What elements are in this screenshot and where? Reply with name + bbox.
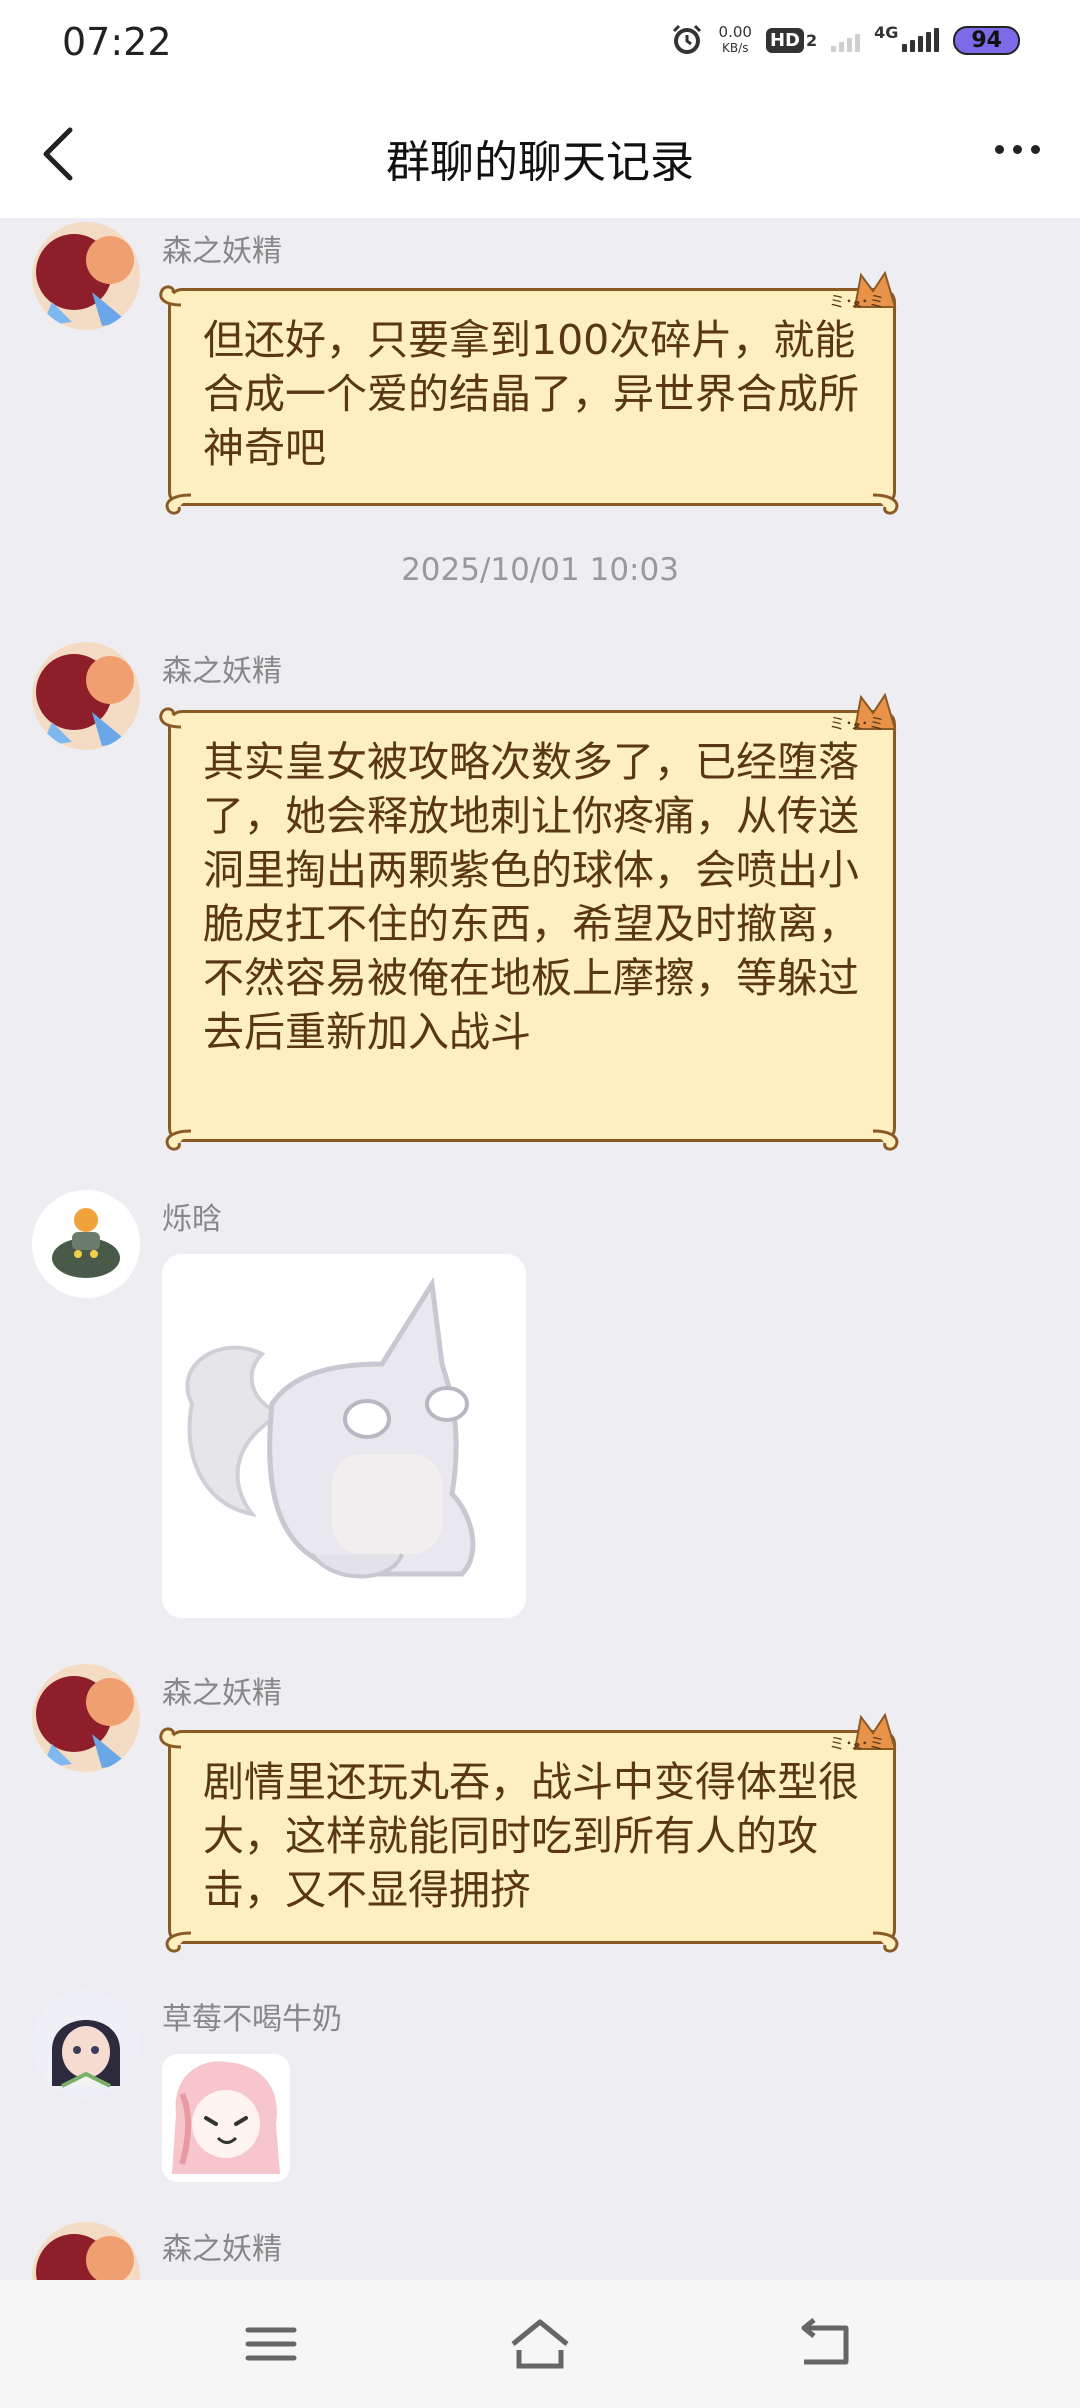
hd-badge: HD 2: [765, 27, 818, 53]
status-bar: 07:22 0.00 KB/s HD 2 4G 94: [0, 0, 1080, 88]
hd-label: HD: [765, 27, 804, 53]
net-speed-value: 0.00: [718, 23, 752, 41]
battery-indicator: 94: [953, 25, 1020, 55]
home-icon: [511, 2319, 569, 2369]
svg-text:ミ･ﻌ･ミ: ミ･ﻌ･ミ: [829, 714, 885, 733]
svg-text:ミ･ﻌ･ミ: ミ･ﻌ･ミ: [829, 292, 885, 311]
net-type: 4G: [874, 22, 899, 42]
alarm-icon: [672, 24, 701, 54]
status-time: 07:22: [62, 20, 172, 64]
scroll-curl-decoration: [165, 1129, 192, 1151]
avatar[interactable]: [32, 2222, 140, 2280]
timestamp: 2025/10/01 10:03: [401, 552, 679, 588]
back-nav-icon: [801, 2318, 849, 2365]
scroll-curl-decoration: [872, 493, 899, 515]
avatar[interactable]: [32, 1990, 140, 2098]
message-bubble[interactable]: 剧情里还玩丸吞，战斗中变得体型很大，这样就能同时吃到所有人的攻击，又不显得拥挤 …: [159, 1712, 899, 1953]
scroll-curl-decoration: [165, 493, 192, 515]
scroll-curl-decoration: [159, 285, 182, 307]
message-bubble[interactable]: 其实皇女被攻略次数多了，已经堕落了，她会释放地刺让你疼痛，从传送洞里掏出两颗紫色…: [159, 692, 899, 1151]
hd-sub: 2: [805, 30, 818, 50]
sender-name: 森之妖精: [162, 234, 282, 269]
net-speed-unit: KB/s: [722, 41, 749, 55]
scroll-curl-decoration: [872, 1129, 899, 1151]
scroll-curl-decoration: [872, 1931, 899, 1953]
avatar[interactable]: [32, 642, 140, 750]
status-icons: 0.00 KB/s HD 2 4G 94: [669, 22, 1020, 58]
more-button[interactable]: [982, 124, 1052, 174]
menu-button[interactable]: [236, 2314, 306, 2374]
home-button[interactable]: [505, 2314, 575, 2374]
avatar[interactable]: [32, 1190, 140, 1298]
avatar[interactable]: [32, 222, 140, 330]
signal-icon-1: [831, 28, 861, 52]
scroll-curl-decoration: [159, 707, 182, 729]
menu-icon: [245, 2327, 297, 2361]
cat-ears-decoration: ミ･ﻌ･ミ: [829, 692, 897, 733]
cat-ears-decoration: ミ･ﻌ･ミ: [829, 1712, 897, 1753]
back-nav-button[interactable]: [790, 2314, 860, 2374]
sender-name: 森之妖精: [162, 1676, 282, 1711]
svg-text:ミ･ﻌ･ミ: ミ･ﻌ･ミ: [829, 1734, 885, 1753]
message-text: 但还好，只要拿到100次碎片，就能合成一个爱的结晶了，异世界合成所 神奇吧: [203, 316, 859, 472]
message-text: 剧情里还玩丸吞，战斗中变得体型很大，这样就能同时吃到所有人的攻击，又不显得拥挤: [203, 1758, 859, 1914]
system-nav-bar: [0, 2280, 1080, 2408]
message-bubble[interactable]: 但还好，只要拿到100次碎片，就能合成一个爱的结晶了，异世界合成所 神奇吧 ミ･…: [159, 270, 899, 515]
sticker-image[interactable]: [162, 2054, 290, 2182]
cat-ears-decoration: ミ･ﻌ･ミ: [829, 270, 897, 311]
sender-name: 森之妖精: [162, 2232, 282, 2267]
scroll-curl-decoration: [165, 1931, 192, 1953]
net-speed: 0.00 KB/s: [719, 24, 752, 56]
scroll-curl-decoration: [159, 1727, 182, 1749]
signal-icon-2: [902, 28, 940, 52]
chat-history[interactable]: 森之妖精 但还好，只要拿到100次碎片，就能合成一个爱的结晶了，异世界合成所 神…: [0, 218, 1080, 2280]
sender-name: 森之妖精: [162, 654, 282, 689]
avatar[interactable]: [32, 1664, 140, 1772]
sticker-image[interactable]: [162, 1254, 526, 1618]
message-text: 其实皇女被攻略次数多了，已经堕落了，她会释放地刺让你疼痛，从传送洞里掏出两颗紫色…: [203, 738, 859, 1056]
sender-name: 草莓不喝牛奶: [162, 2002, 342, 2037]
more-dots-icon: [994, 144, 1004, 154]
page-title: 群聊的聊天记录: [386, 137, 694, 188]
sender-name: 烁晗: [162, 1202, 222, 1237]
title-bar: 群聊的聊天记录: [0, 88, 1080, 218]
